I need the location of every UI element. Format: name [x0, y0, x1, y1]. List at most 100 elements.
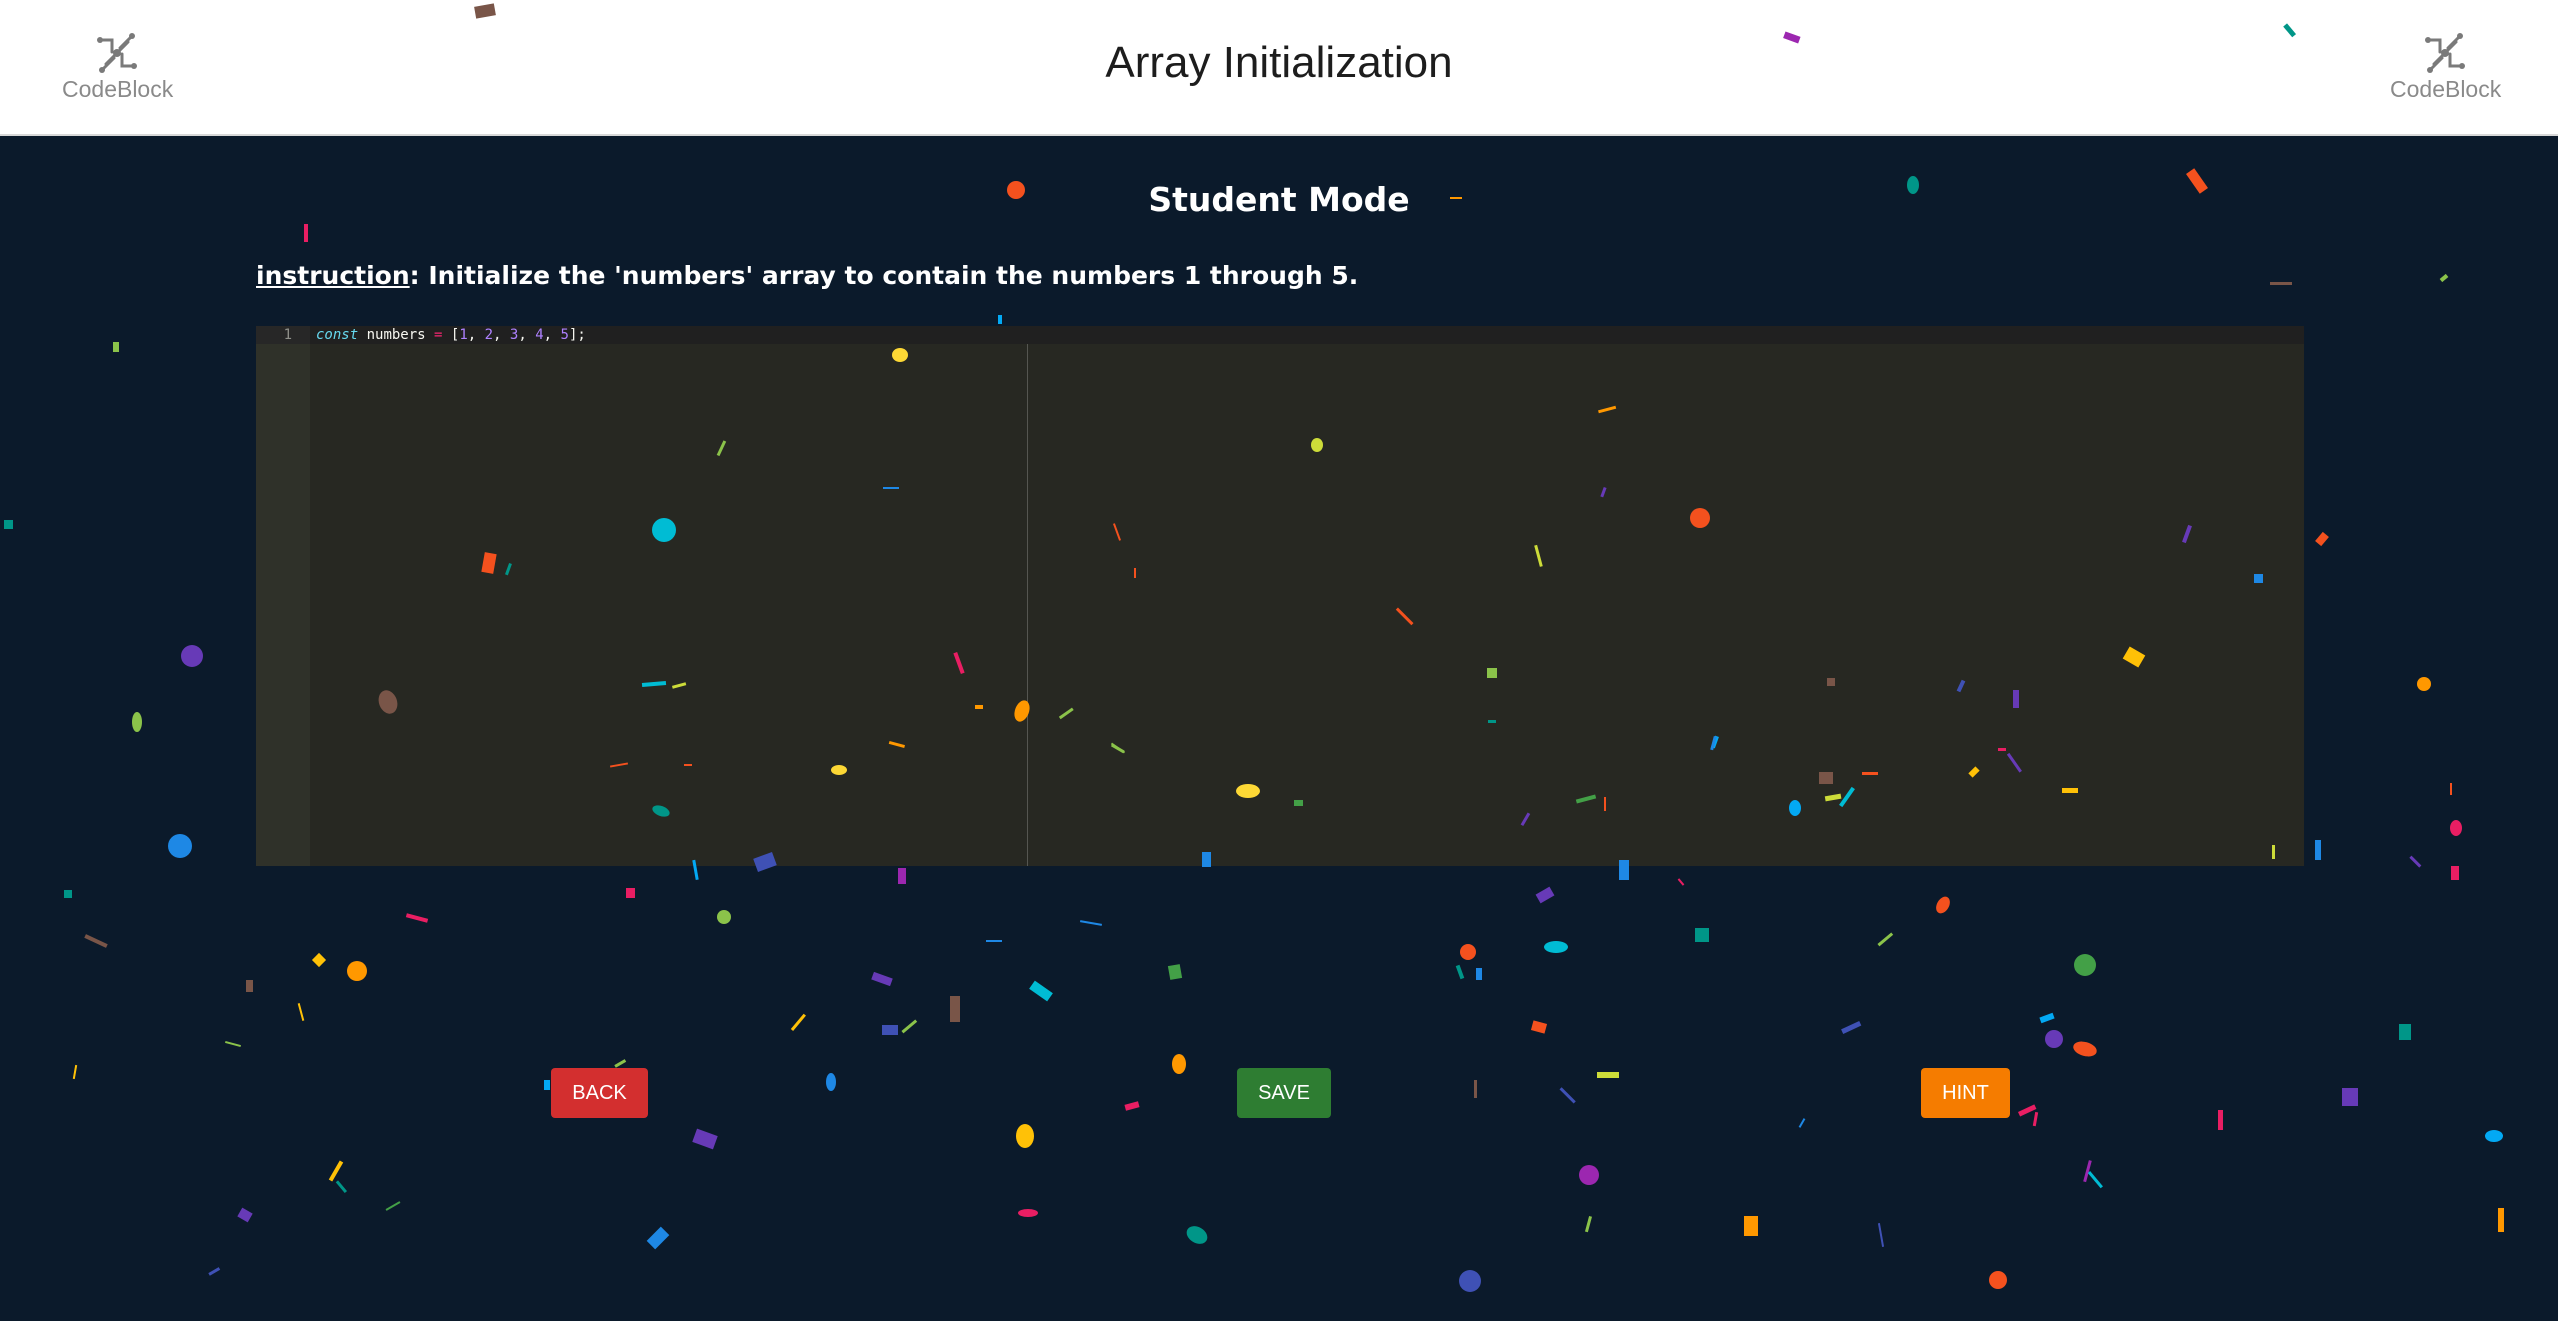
confetti-piece — [1579, 1165, 1599, 1185]
confetti-piece — [2315, 840, 2321, 860]
code-line[interactable]: const numbers = [1, 2, 3, 4, 5]; — [316, 327, 586, 343]
confetti-piece — [132, 712, 142, 732]
confetti-piece — [328, 1160, 344, 1182]
confetti-piece — [1535, 886, 1555, 904]
code-editor[interactable]: 1 const numbers = [1, 2, 3, 4, 5]; — [256, 326, 2304, 866]
confetti-piece — [2017, 1104, 2037, 1117]
hint-button[interactable]: HINT — [1921, 1068, 2010, 1118]
code-identifier: numbers — [358, 327, 435, 343]
confetti-piece — [826, 1073, 836, 1091]
code-number: 5 — [560, 327, 569, 343]
confetti-piece — [898, 868, 906, 884]
confetti-piece — [1544, 941, 1568, 953]
confetti-piece — [181, 645, 203, 667]
confetti-piece — [1744, 1216, 1758, 1236]
confetti-piece — [901, 1019, 918, 1034]
confetti-piece — [246, 980, 253, 992]
confetti-piece — [2450, 820, 2462, 836]
confetti-piece — [1841, 1020, 1862, 1034]
confetti-piece — [168, 834, 192, 858]
confetti-piece — [2417, 677, 2431, 691]
confetti-piece — [986, 940, 1002, 942]
code-separator: , — [467, 327, 485, 343]
confetti-piece — [2399, 1024, 2411, 1040]
confetti-piece — [2039, 1012, 2055, 1024]
print-margin-line — [1027, 344, 1028, 866]
code-bracket-close: ]; — [568, 327, 586, 343]
confetti-piece — [113, 342, 119, 352]
confetti-piece — [2439, 273, 2449, 283]
confetti-piece — [1459, 1270, 1481, 1292]
confetti-piece — [1018, 1209, 1038, 1217]
confetti-piece — [1172, 1054, 1186, 1074]
confetti-piece — [1460, 944, 1476, 960]
confetti-piece — [347, 961, 367, 981]
confetti-piece — [304, 224, 308, 242]
save-button[interactable]: SAVE — [1237, 1068, 1331, 1118]
confetti-piece — [1989, 1271, 2007, 1289]
confetti-piece — [405, 913, 429, 923]
confetti-piece — [1124, 1101, 1140, 1111]
code-number: 4 — [535, 327, 544, 343]
confetti-piece — [1029, 980, 1053, 1002]
confetti-piece — [871, 971, 893, 987]
confetti-piece — [1079, 920, 1103, 926]
app-header: CodeBlock Array Initialization CodeBlock — [0, 0, 2558, 136]
confetti-piece — [311, 952, 327, 968]
confetti-piece — [1877, 932, 1894, 947]
back-button[interactable]: BACK — [551, 1068, 648, 1118]
confetti-piece — [646, 1226, 670, 1250]
confetti-piece — [544, 1080, 550, 1090]
confetti-piece — [2074, 954, 2096, 976]
confetti-piece — [790, 1013, 806, 1031]
confetti-piece — [1677, 878, 1685, 886]
code-separator: , — [543, 327, 561, 343]
confetti-piece — [1530, 1020, 1548, 1034]
mode-title: Student Mode — [1148, 180, 1410, 219]
confetti-piece — [2451, 866, 2459, 880]
page-title: Array Initialization — [1105, 38, 1453, 87]
code-number: 2 — [484, 327, 494, 343]
editor-gutter — [256, 326, 310, 866]
confetti-piece — [626, 888, 635, 898]
codeblock-logo-icon — [2425, 33, 2465, 73]
confetti-piece — [2498, 1208, 2504, 1232]
code-bracket-open: [ — [442, 327, 460, 343]
confetti-piece — [950, 996, 960, 1022]
confetti-piece — [208, 1267, 221, 1276]
instruction: instruction: Initialize the 'numbers' ar… — [256, 261, 1358, 290]
logo-text: CodeBlock — [2390, 76, 2502, 102]
codeblock-logo-right[interactable]: CodeBlock — [2390, 28, 2502, 103]
confetti-piece — [2409, 855, 2422, 868]
line-number: 1 — [283, 327, 292, 343]
confetti-piece — [1016, 1124, 1034, 1148]
confetti-piece — [1597, 1072, 1619, 1078]
confetti-piece — [2270, 282, 2292, 285]
confetti-piece — [1559, 1087, 1576, 1104]
confetti-piece — [1695, 928, 1709, 942]
confetti-piece — [2315, 531, 2329, 547]
confetti-piece — [335, 1180, 348, 1194]
confetti-piece — [4, 520, 13, 529]
confetti-piece — [692, 1128, 718, 1150]
instruction-label: instruction — [256, 261, 410, 290]
confetti-piece — [2073, 1041, 2097, 1057]
confetti-piece — [1584, 1216, 1593, 1233]
code-keyword: const — [316, 327, 359, 343]
confetti-piece — [1936, 896, 1950, 914]
confetti-piece — [882, 1025, 898, 1035]
confetti-piece — [998, 315, 1002, 324]
confetti-piece — [2083, 1160, 2092, 1183]
confetti-piece — [385, 1201, 401, 1211]
confetti-piece — [2045, 1030, 2063, 1048]
confetti-piece — [1798, 1118, 1806, 1128]
instruction-text: : Initialize the 'numbers' array to cont… — [409, 261, 1359, 290]
confetti-piece — [1186, 1226, 1208, 1244]
confetti-piece — [237, 1207, 253, 1223]
code-separator: , — [518, 327, 536, 343]
confetti-piece — [1474, 1080, 1477, 1098]
confetti-piece — [297, 1003, 305, 1021]
confetti-piece — [72, 1064, 78, 1080]
confetti-piece — [2342, 1088, 2358, 1106]
confetti-piece — [64, 890, 72, 898]
